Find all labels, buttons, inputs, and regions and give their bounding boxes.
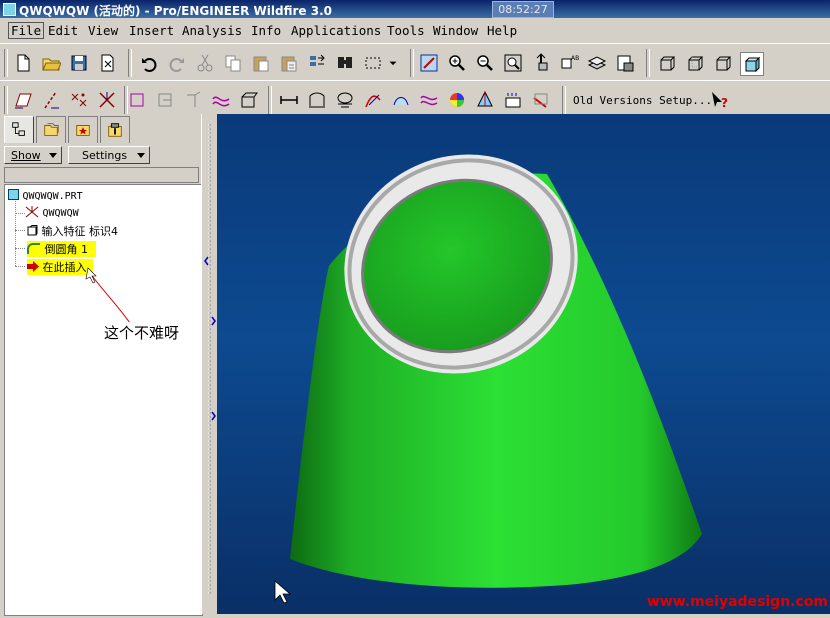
annotation-text: 这个不难呀	[104, 322, 180, 343]
watermark: www.meiyadesign.com	[646, 594, 828, 610]
annotation-arrow	[85, 267, 136, 331]
